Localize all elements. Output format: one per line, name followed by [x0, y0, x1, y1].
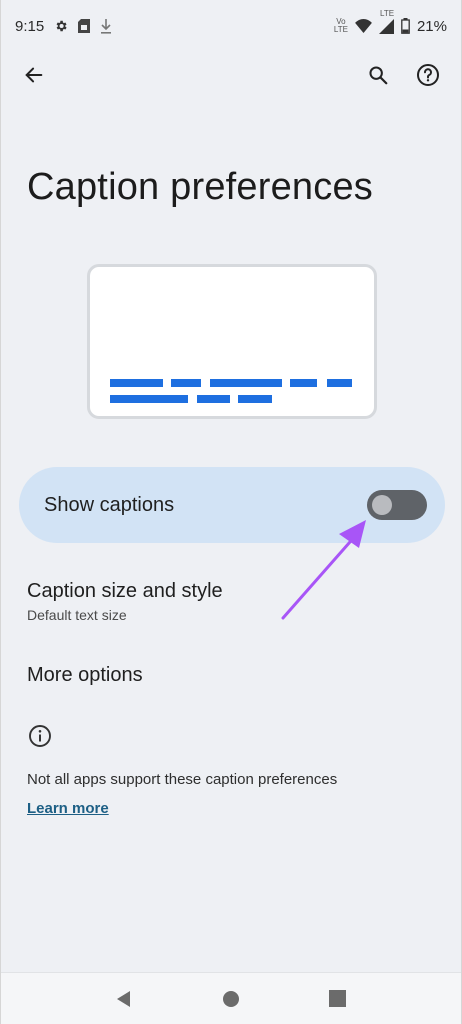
arrow-back-icon[interactable] [19, 60, 49, 90]
help-circle-icon[interactable] [413, 60, 443, 90]
download-icon [100, 18, 112, 34]
show-captions-toggle[interactable] [367, 490, 427, 520]
caption-size-style-title: Caption size and style [27, 580, 223, 602]
show-captions-row[interactable]: Show captions [19, 467, 445, 543]
caption-size-style-item[interactable]: Caption size and style Default text size [27, 580, 223, 623]
more-options-title: More options [27, 664, 143, 686]
lte-label: LTE [379, 8, 395, 18]
more-options-item[interactable]: More options [27, 664, 143, 687]
recents-square-icon[interactable] [318, 979, 358, 1019]
back-triangle-icon[interactable] [104, 979, 144, 1019]
status-right: Vo LTE LTE 21% [334, 9, 447, 35]
caption-preview-line [197, 395, 230, 403]
app-bar [1, 52, 461, 98]
screen: 9:15 Vo LTE LTE 21% Caption preferences … [0, 0, 462, 1024]
signal-icon [378, 18, 394, 34]
info-icon [28, 724, 52, 753]
status-bar: 9:15 Vo LTE LTE 21% [1, 0, 461, 52]
caption-preview-line [210, 379, 282, 387]
navigation-bar [1, 972, 461, 1024]
status-time: 9:15 [15, 17, 45, 35]
search-icon[interactable] [363, 60, 393, 90]
battery-icon [401, 18, 410, 34]
caption-preview-line [171, 379, 201, 387]
learn-more-link[interactable]: Learn more [27, 800, 109, 817]
caption-preview-line [110, 395, 188, 403]
toggle-knob [372, 495, 392, 515]
volte-indicator: Vo LTE [334, 18, 348, 34]
caption-preview-line [110, 379, 163, 387]
settings-gear-icon [54, 19, 68, 33]
caption-size-style-subtitle: Default text size [27, 607, 127, 623]
caption-preview-line [238, 395, 272, 403]
lte-indicator: LTE [378, 9, 394, 34]
app-bar-actions [363, 60, 443, 90]
wifi-icon [355, 19, 372, 33]
volte-bottom-label: LTE [333, 25, 348, 34]
caption-preview [87, 264, 377, 419]
status-left: 9:15 [15, 18, 112, 35]
sim-card-icon [78, 19, 91, 33]
page-title: Caption preferences [27, 166, 374, 208]
caption-preview-line [290, 379, 317, 387]
caption-preview-line [327, 379, 352, 387]
info-text: Not all apps support these caption prefe… [27, 771, 338, 788]
battery-percent: 21% [416, 17, 447, 35]
home-circle-icon[interactable] [211, 979, 251, 1019]
annotation-arrow-icon [281, 520, 366, 620]
